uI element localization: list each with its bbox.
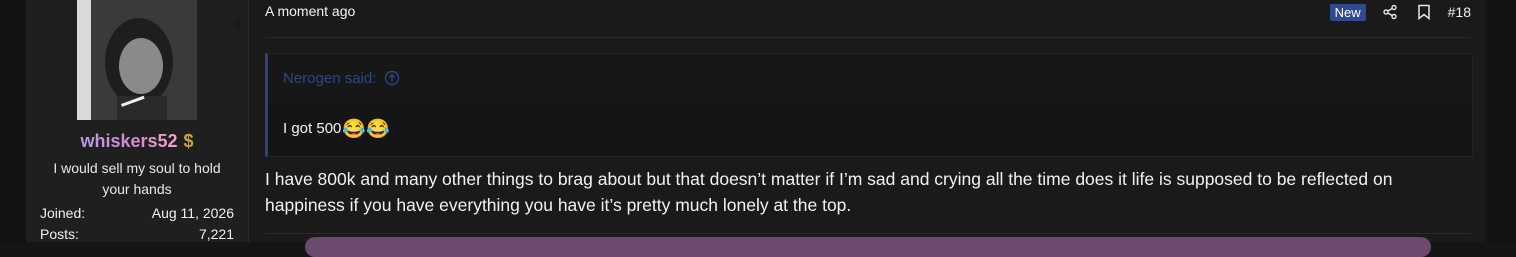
new-badge: New xyxy=(1329,3,1366,21)
quote-header[interactable]: Nerogen said: xyxy=(268,54,1472,102)
stat-joined: Joined: Aug 11, 2026 xyxy=(40,205,234,221)
laughing-emoji: 😂😂 xyxy=(342,118,390,140)
post-body: A moment ago New #18 Nerogen said: I got… xyxy=(249,0,1486,257)
signature-divider xyxy=(265,233,1471,234)
username-link[interactable]: whiskers52 xyxy=(80,131,177,151)
signature-banner xyxy=(305,237,1431,257)
quote-block: Nerogen said: I got 500 😂😂 xyxy=(265,53,1473,157)
post-header: A moment ago New #18 xyxy=(265,0,1471,38)
stat-value: Aug 11, 2026 xyxy=(151,205,234,221)
page-gutter-left xyxy=(0,0,26,242)
post-number-link[interactable]: #18 xyxy=(1448,4,1471,20)
arrow-up-circle-icon[interactable] xyxy=(384,70,400,86)
post-actions: New #18 xyxy=(1329,3,1471,21)
share-icon[interactable] xyxy=(1380,3,1400,21)
page-gutter-right xyxy=(1486,0,1516,242)
post-message: I have 800k and many other things to bra… xyxy=(265,169,1393,215)
dollar-sign-icon: $ xyxy=(183,131,194,151)
user-title: I would sell my soul to hold your hands xyxy=(53,160,221,197)
quote-content: I got 500 😂😂 xyxy=(268,102,1472,155)
post-timestamp[interactable]: A moment ago xyxy=(265,3,355,19)
username-row: whiskers52 $ xyxy=(26,131,248,152)
avatar-image xyxy=(77,0,197,120)
avatar[interactable] xyxy=(77,0,197,120)
user-sidebar: whiskers52 $ I would sell my soul to hold… xyxy=(26,0,249,242)
stat-label: Joined: xyxy=(40,205,86,221)
stat-posts: Posts: 7,221 xyxy=(40,226,234,242)
quote-text: I got 500 xyxy=(283,120,342,137)
stat-label: Posts: xyxy=(40,226,79,242)
bookmark-icon[interactable] xyxy=(1414,3,1434,21)
post-arrow xyxy=(232,16,240,32)
stat-value[interactable]: 7,221 xyxy=(199,226,234,242)
quote-author[interactable]: Nerogen said: xyxy=(283,70,376,87)
